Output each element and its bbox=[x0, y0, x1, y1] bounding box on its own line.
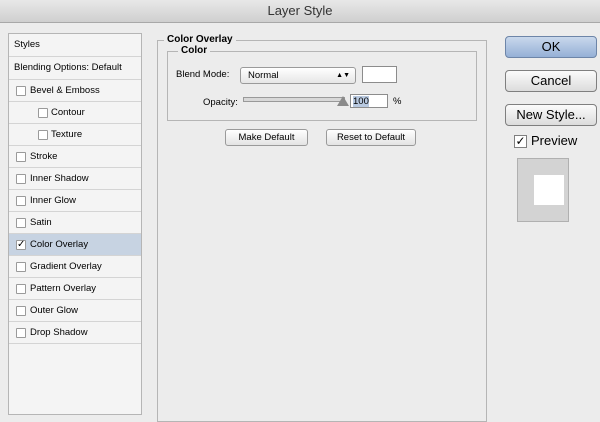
style-item-label: Pattern Overlay bbox=[30, 283, 96, 294]
opacity-unit: % bbox=[393, 96, 402, 107]
opacity-value: 100 bbox=[353, 96, 369, 107]
style-item[interactable]: Outer Glow bbox=[9, 300, 141, 322]
styles-list: Styles Blending Options: Default Bevel &… bbox=[8, 33, 142, 415]
styles-header[interactable]: Styles bbox=[9, 34, 141, 57]
style-item[interactable]: Bevel & Emboss bbox=[9, 80, 141, 102]
cancel-button[interactable]: Cancel bbox=[505, 70, 597, 92]
style-checkbox[interactable] bbox=[38, 108, 48, 118]
style-item-label: Gradient Overlay bbox=[30, 261, 102, 272]
new-style-button[interactable]: New Style... bbox=[505, 104, 597, 126]
checkmark-icon: ✓ bbox=[17, 239, 26, 250]
style-item-label: Contour bbox=[51, 107, 85, 118]
checkmark-icon: ✓ bbox=[515, 134, 526, 148]
style-item[interactable]: Contour bbox=[9, 102, 141, 124]
blend-mode-label: Blend Mode: bbox=[176, 69, 230, 80]
ok-button[interactable]: OK bbox=[505, 36, 597, 58]
overlay-color-swatch[interactable] bbox=[362, 66, 397, 83]
style-item-label: Outer Glow bbox=[30, 305, 79, 316]
style-item[interactable]: Inner Glow bbox=[9, 190, 141, 212]
blending-options-item[interactable]: Blending Options: Default bbox=[9, 57, 141, 80]
preview-label[interactable]: Preview bbox=[531, 133, 577, 148]
style-item-label: Drop Shadow bbox=[30, 327, 88, 338]
preview-swatch bbox=[534, 175, 564, 205]
opacity-input[interactable]: 100 bbox=[350, 94, 388, 108]
style-item-label: Inner Shadow bbox=[30, 173, 89, 184]
style-checkbox[interactable] bbox=[16, 86, 26, 96]
style-item-label: Texture bbox=[51, 129, 83, 140]
style-checkbox[interactable] bbox=[16, 328, 26, 338]
style-item-label: Stroke bbox=[30, 151, 58, 162]
style-item[interactable]: Inner Shadow bbox=[9, 168, 141, 190]
style-item[interactable]: Pattern Overlay bbox=[9, 278, 141, 300]
blend-mode-select[interactable]: Normal ▲▼ bbox=[240, 67, 356, 84]
opacity-slider-thumb[interactable] bbox=[337, 96, 349, 106]
style-checkbox[interactable] bbox=[16, 218, 26, 228]
style-checkbox[interactable] bbox=[38, 130, 48, 140]
style-item[interactable]: Texture bbox=[9, 124, 141, 146]
blend-mode-value: Normal bbox=[248, 70, 279, 81]
style-item-label: Bevel & Emboss bbox=[30, 85, 100, 96]
style-checkbox[interactable]: ✓ bbox=[16, 240, 26, 250]
preview-checkbox[interactable]: ✓ bbox=[514, 135, 527, 148]
reset-default-button[interactable]: Reset to Default bbox=[326, 129, 416, 146]
style-items: Bevel & Emboss Contour Texture Stroke Inner … bbox=[9, 80, 141, 344]
window-title: Layer Style bbox=[0, 0, 600, 23]
style-checkbox[interactable] bbox=[16, 174, 26, 184]
panel-title: Color Overlay bbox=[164, 34, 236, 45]
style-checkbox[interactable] bbox=[16, 262, 26, 272]
preview-thumbnail bbox=[517, 158, 569, 222]
opacity-slider-track[interactable] bbox=[243, 97, 345, 102]
style-item[interactable]: Stroke bbox=[9, 146, 141, 168]
style-item-label: Satin bbox=[30, 217, 52, 228]
color-group: Color Blend Mode: Normal ▲▼ Opacity: 100… bbox=[167, 45, 477, 121]
style-item[interactable]: Gradient Overlay bbox=[9, 256, 141, 278]
style-checkbox[interactable] bbox=[16, 306, 26, 316]
style-checkbox[interactable] bbox=[16, 152, 26, 162]
style-checkbox[interactable] bbox=[16, 196, 26, 206]
select-arrows-icon: ▲▼ bbox=[336, 72, 350, 79]
style-item-label: Inner Glow bbox=[30, 195, 76, 206]
color-group-title: Color bbox=[178, 45, 211, 56]
style-item[interactable]: Drop Shadow bbox=[9, 322, 141, 344]
style-item-label: Color Overlay bbox=[30, 239, 89, 250]
make-default-button[interactable]: Make Default bbox=[225, 129, 308, 146]
color-overlay-panel: Color Overlay Color Blend Mode: Normal ▲… bbox=[157, 34, 487, 422]
style-item[interactable]: Satin bbox=[9, 212, 141, 234]
opacity-label: Opacity: bbox=[203, 97, 238, 108]
style-item[interactable]: ✓ Color Overlay bbox=[9, 234, 141, 256]
style-checkbox[interactable] bbox=[16, 284, 26, 294]
